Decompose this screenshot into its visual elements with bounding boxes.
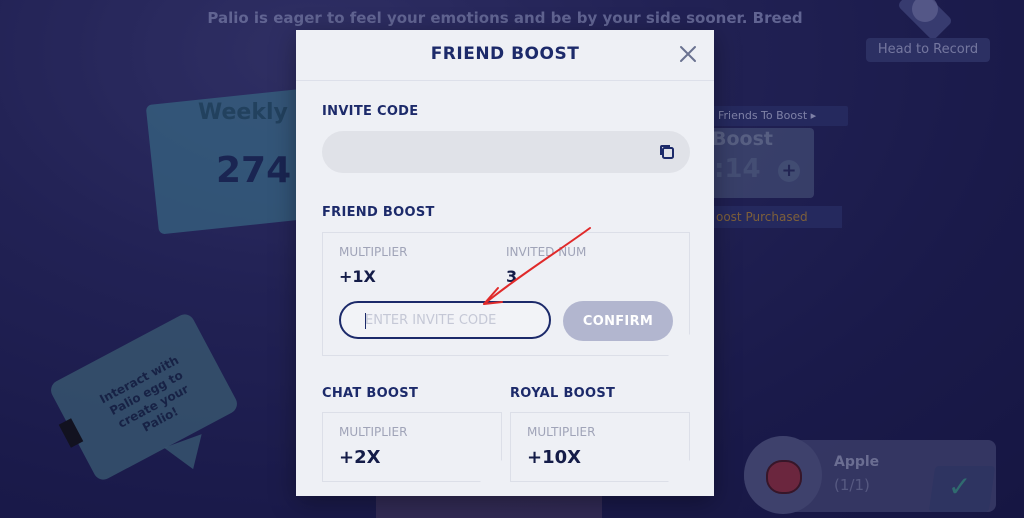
annotation-arrow: [483, 227, 591, 305]
